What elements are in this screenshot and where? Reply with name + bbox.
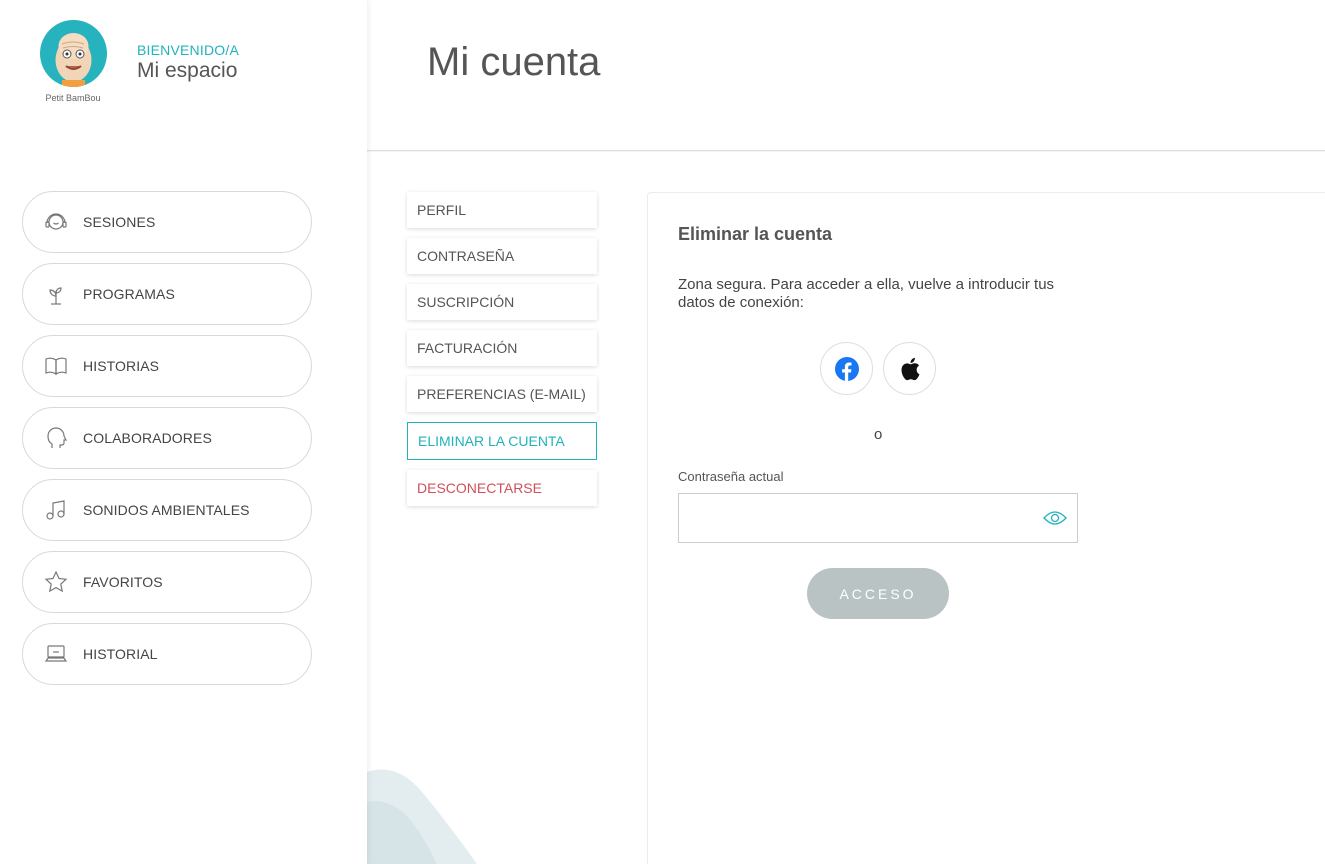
card-title: Eliminar la cuenta [678,224,833,244]
tab-eliminar-cuenta[interactable]: ELIMINAR LA CUENTA [407,422,597,460]
tab-contrasena[interactable]: CONTRASEÑA [407,238,597,274]
nav-label: COLABORADORES [83,430,212,446]
apple-login-button[interactable] [883,342,936,395]
brand-name: Petit BamBou [45,93,101,103]
nav-item-historias[interactable]: HISTORIAS [22,335,312,397]
welcome-block: BIENVENIDO/A Mi espacio [137,42,239,83]
facebook-login-button[interactable] [820,342,873,395]
apple-icon [901,357,920,380]
access-button[interactable]: ACCESO [807,568,949,619]
welcome-title: Mi espacio [137,59,238,82]
nav-label: SESIONES [83,214,156,230]
logout-button[interactable]: DESCONECTARSE [407,470,597,506]
delete-account-card: Eliminar la cuenta Zona segura. Para acc… [647,192,1325,864]
password-label: Contraseña actual [678,469,784,484]
card-description: Zona segura. Para acceder a ella, vuelve… [678,276,1055,311]
headphones-icon [43,209,69,235]
nav-item-programas[interactable]: PROGRAMAS [22,263,312,325]
social-login [820,342,936,395]
nav-label: FAVORITOS [83,574,163,590]
sprout-icon [43,281,69,307]
password-field-wrapper [678,493,1078,543]
avatar [39,20,107,87]
tab-perfil[interactable]: PERFIL [407,192,597,228]
nav-label: SONIDOS AMBIENTALES [83,502,250,518]
page-title: Mi cuenta [427,40,601,84]
profile-head-icon [43,425,69,451]
tab-facturacion[interactable]: FACTURACIÓN [407,330,597,366]
main-nav: SESIONES PROGRAMAS HISTORIAS COLABORADOR… [22,191,312,695]
nav-item-historial[interactable]: HISTORIAL [22,623,312,685]
tab-preferencias[interactable]: PREFERENCIAS (E-MAIL) [407,376,597,412]
page-header: Mi cuenta [367,0,1325,151]
star-icon [43,569,69,595]
nav-item-sonidos[interactable]: SONIDOS AMBIENTALES [22,479,312,541]
account-submenu: PERFIL CONTRASEÑA SUSCRIPCIÓN FACTURACIÓ… [407,192,597,516]
nav-label: HISTORIAS [83,358,160,374]
laptop-icon [43,641,69,667]
nav-item-favoritos[interactable]: FAVORITOS [22,551,312,613]
tab-suscripcion[interactable]: SUSCRIPCIÓN [407,284,597,320]
nav-label: HISTORIAL [83,646,158,662]
eye-icon[interactable] [1043,508,1067,528]
sidebar: Petit BamBou BIENVENIDO/A Mi espacio SES… [0,0,367,864]
brand-logo[interactable]: Petit BamBou [38,20,108,103]
facebook-icon [834,356,859,381]
book-icon [43,353,69,379]
nav-label: PROGRAMAS [83,286,175,302]
decorative-leaf [367,769,477,864]
music-note-icon [43,497,69,523]
nav-item-colaboradores[interactable]: COLABORADORES [22,407,312,469]
nav-item-sesiones[interactable]: SESIONES [22,191,312,253]
or-separator: o [874,426,883,443]
password-input[interactable] [679,494,1077,542]
welcome-label: BIENVENIDO/A [137,42,239,58]
